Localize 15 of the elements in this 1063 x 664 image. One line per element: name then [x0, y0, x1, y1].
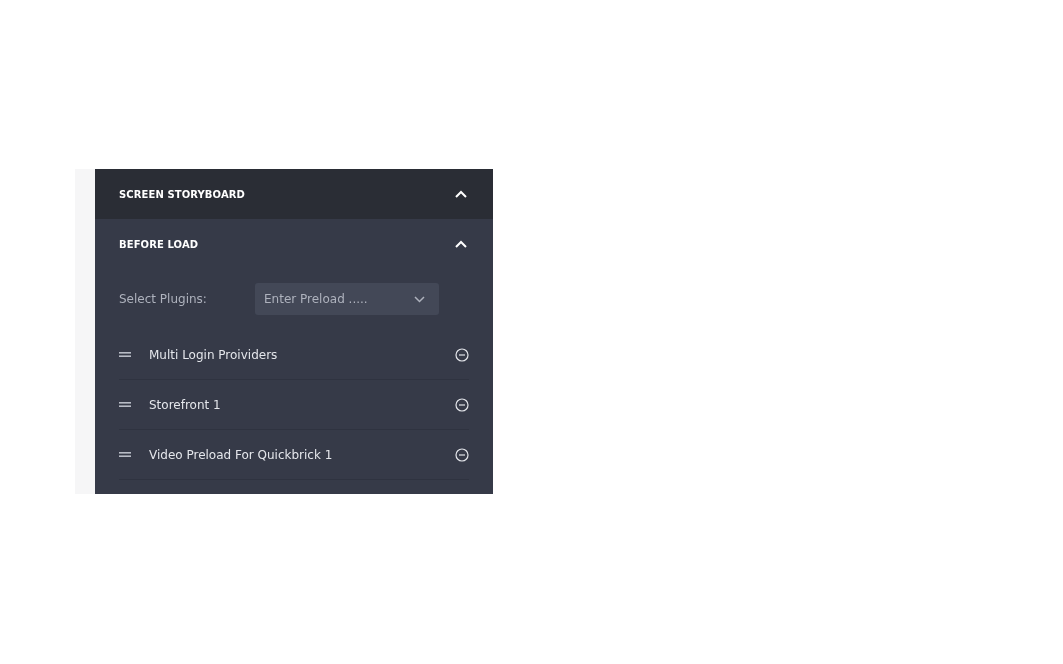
preload-dropdown[interactable]: Enter Preload ..... [255, 283, 439, 315]
remove-icon[interactable] [455, 347, 469, 362]
drag-handle-icon[interactable] [119, 452, 131, 457]
drag-handle-icon[interactable] [119, 352, 131, 357]
chevron-up-icon[interactable] [455, 190, 467, 198]
chevron-up-icon[interactable] [455, 240, 467, 248]
plugin-name: Multi Login Proividers [149, 347, 279, 362]
field-label: Select Plugins: [119, 292, 208, 306]
chevron-down-icon [414, 296, 425, 303]
plugin-name: Video Preload For Quickbrick 1 [149, 447, 334, 462]
remove-icon[interactable] [455, 397, 469, 412]
remove-icon[interactable] [455, 447, 469, 462]
plugin-name: Storefront 1 [149, 397, 222, 412]
section-header[interactable]: SCREEN STORYBOARD [95, 169, 493, 219]
drag-handle-icon[interactable] [119, 402, 131, 407]
